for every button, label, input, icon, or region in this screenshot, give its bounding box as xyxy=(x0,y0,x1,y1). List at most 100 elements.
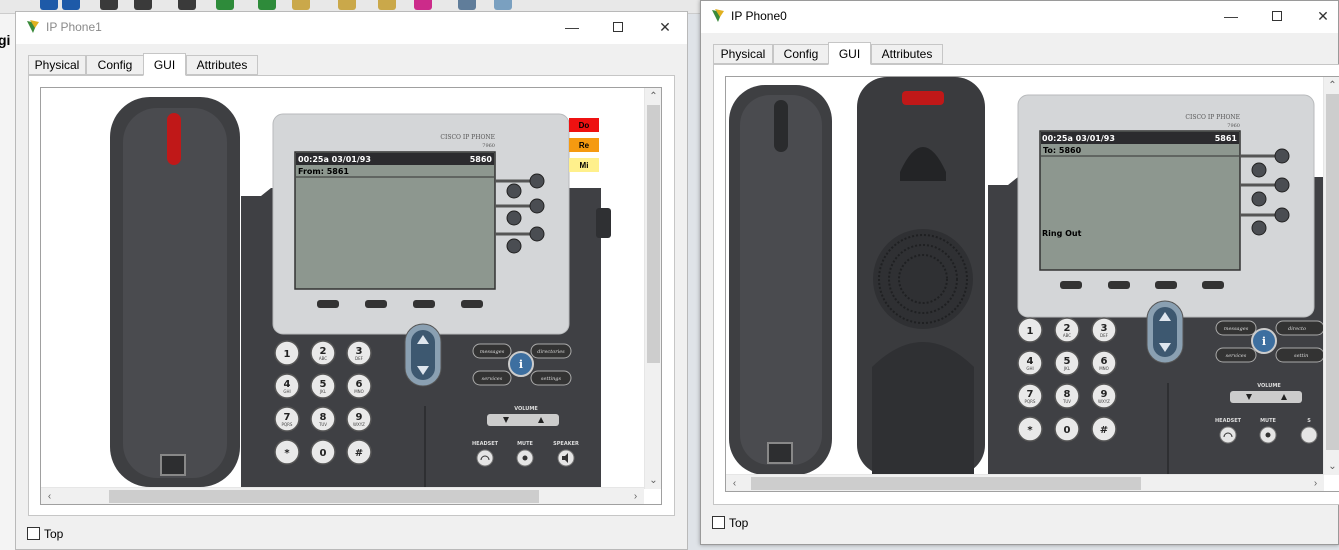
close-button[interactable]: ✕ xyxy=(642,12,688,42)
scroll-down-arrow[interactable]: ⌄ xyxy=(645,472,661,489)
softkey[interactable] xyxy=(1108,281,1130,289)
headset-button[interactable] xyxy=(476,449,494,467)
background-toolbar-icon xyxy=(40,0,58,10)
services-label: services xyxy=(1226,353,1247,359)
vertical-scrollbar[interactable]: ⌃ ⌄ xyxy=(644,88,661,489)
mute-icon xyxy=(1265,432,1271,438)
tab-physical[interactable]: Physical xyxy=(28,55,86,75)
line-button[interactable] xyxy=(529,173,545,189)
model-label: 7960 xyxy=(482,143,495,149)
gui-tab-panel: CISCO IP PHONE 7960 00:25a 03/01/93 5861… xyxy=(713,64,1339,505)
headset-button[interactable] xyxy=(1219,426,1237,444)
minimize-icon: — xyxy=(565,19,579,35)
tab-label: GUI xyxy=(153,57,176,72)
speaker-label: S xyxy=(1307,418,1311,424)
scroll-down-arrow[interactable]: ⌄ xyxy=(1324,458,1339,475)
title-bar[interactable]: IP Phone1 — ✕ xyxy=(16,12,687,44)
maximize-button[interactable] xyxy=(595,12,641,42)
tab-physical[interactable]: Physical xyxy=(713,44,773,64)
horizontal-scrollbar[interactable]: ‹ › xyxy=(726,474,1324,491)
horizontal-scroll-thumb[interactable] xyxy=(109,490,539,503)
volume-label: VOLUME xyxy=(1257,383,1281,389)
keypad-key-label: 0 xyxy=(1064,425,1071,436)
chevron-right-icon: › xyxy=(1313,478,1318,489)
top-checkbox[interactable] xyxy=(712,516,725,529)
tab-label: Physical xyxy=(720,47,766,61)
mute-label: MUTE xyxy=(1260,418,1276,424)
lcd-extension: 5860 xyxy=(470,155,493,164)
line-button[interactable] xyxy=(1274,177,1290,193)
minimize-button[interactable]: — xyxy=(1208,1,1254,31)
vertical-scroll-thumb[interactable] xyxy=(1326,94,1339,450)
messages-label: messages xyxy=(1224,326,1249,332)
keypad-key-letters: PQRS xyxy=(282,422,293,427)
keypad-key-label: 0 xyxy=(320,448,327,459)
scroll-right-arrow[interactable]: › xyxy=(1307,475,1324,491)
chevron-right-icon: › xyxy=(633,491,638,502)
line-button[interactable] xyxy=(529,226,545,242)
vertical-scroll-thumb[interactable] xyxy=(647,105,660,363)
tab-label: Config xyxy=(97,58,133,72)
directories-label: directo xyxy=(1288,326,1306,332)
softkey[interactable] xyxy=(317,300,339,308)
scroll-left-arrow[interactable]: ‹ xyxy=(41,488,58,504)
headset-label: HEADSET xyxy=(472,441,499,447)
ip-phone-7960: CISCO IP PHONE 7960 00:25a 03/01/93 5861… xyxy=(729,77,1324,475)
line-button[interactable] xyxy=(1274,148,1290,164)
tab-gui[interactable]: GUI xyxy=(828,42,871,65)
scroll-up-arrow[interactable]: ⌃ xyxy=(1324,77,1339,94)
softkey[interactable] xyxy=(461,300,483,308)
lcd-line1: From: 5861 xyxy=(298,167,349,176)
packet-tracer-app-icon xyxy=(27,20,39,33)
softkey[interactable] xyxy=(1155,281,1177,289)
volume-rocker[interactable] xyxy=(1230,391,1302,403)
tab-config[interactable]: Config xyxy=(86,55,144,75)
horizontal-scroll-thumb[interactable] xyxy=(751,477,1141,490)
softkey[interactable] xyxy=(413,300,435,308)
scroll-up-arrow[interactable]: ⌃ xyxy=(645,88,661,105)
top-checkbox[interactable] xyxy=(27,527,40,540)
softkey[interactable] xyxy=(1202,281,1224,289)
top-checkbox-label: Top xyxy=(729,516,749,530)
side-button-re[interactable]: Re xyxy=(569,138,599,152)
softkey[interactable] xyxy=(1060,281,1082,289)
side-button-do[interactable]: Do xyxy=(569,118,599,132)
keypad-key-letters: GHI xyxy=(1026,366,1033,371)
tab-attributes[interactable]: Attributes xyxy=(186,55,258,75)
keypad-key-letters: WXYZ xyxy=(1098,399,1110,404)
tab-config[interactable]: Config xyxy=(773,44,829,64)
scroll-left-arrow[interactable]: ‹ xyxy=(726,475,743,491)
directories-label: directories xyxy=(537,349,565,355)
gui-tab-panel: CISCO IP PHONE 7960 00:25a 03/01/93 5860… xyxy=(28,75,675,516)
line-button[interactable] xyxy=(529,198,545,214)
chevron-left-icon: ‹ xyxy=(732,478,737,489)
keypad-key-label: 1 xyxy=(1027,326,1034,337)
info-label: i xyxy=(519,358,523,371)
close-button[interactable]: ✕ xyxy=(1300,1,1339,31)
vertical-scrollbar[interactable]: ⌃ ⌄ xyxy=(1323,77,1339,475)
background-workspace-strip: gi xyxy=(0,14,16,550)
minimize-button[interactable]: — xyxy=(549,12,595,42)
keypad-key-letters: PQRS xyxy=(1025,399,1036,404)
keypad-key-letters: JKL xyxy=(319,389,327,394)
volume-rocker[interactable] xyxy=(487,414,559,426)
title-bar[interactable]: IP Phone0 — ✕ xyxy=(701,1,1338,33)
top-checkbox-label: Top xyxy=(44,527,64,541)
scroll-right-arrow[interactable]: › xyxy=(627,488,644,504)
ringer-light xyxy=(167,113,181,165)
keypad-key-label: # xyxy=(1100,425,1108,436)
mute-label: MUTE xyxy=(517,441,533,447)
tab-attributes[interactable]: Attributes xyxy=(871,44,943,64)
horizontal-scrollbar[interactable]: ‹ › xyxy=(41,487,644,504)
speaker-button[interactable] xyxy=(1300,426,1318,444)
close-icon: ✕ xyxy=(659,18,671,35)
lcd-datetime: 00:25a 03/01/93 xyxy=(298,155,371,164)
chevron-up-icon: ⌃ xyxy=(649,91,658,102)
maximize-button[interactable] xyxy=(1254,1,1300,31)
background-toolbar-icon xyxy=(216,0,234,10)
line-button[interactable] xyxy=(1274,207,1290,223)
tab-gui[interactable]: GUI xyxy=(143,53,186,76)
maximize-icon xyxy=(1272,11,1282,21)
side-button-mi[interactable]: Mi xyxy=(569,158,599,172)
softkey[interactable] xyxy=(365,300,387,308)
